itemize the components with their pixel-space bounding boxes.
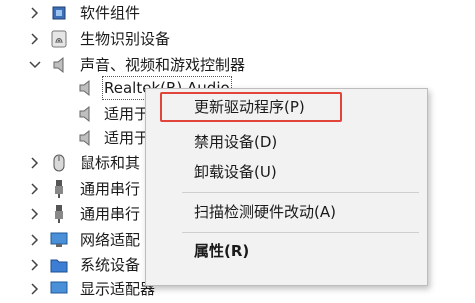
tree-item-label: 网络适配 — [80, 231, 141, 249]
tree-item-label: 鼠标和其 — [80, 154, 141, 172]
usb-icon — [50, 204, 68, 224]
mouse-icon — [50, 153, 68, 173]
tree-item-label: 通用串行 — [80, 205, 141, 223]
chevron-right-icon[interactable] — [28, 32, 42, 46]
chip-icon — [50, 3, 68, 23]
chevron-right-icon[interactable] — [28, 182, 42, 196]
chevron-right-icon[interactable] — [28, 258, 42, 272]
menu-item-scan-hardware[interactable]: 扫描检测硬件改动(A) — [194, 202, 336, 222]
monitor-icon — [50, 279, 68, 299]
menu-item-uninstall-device[interactable]: 卸载设备(U) — [194, 162, 277, 182]
tree-item-software-components[interactable]: 软件组件 — [0, 0, 475, 26]
chevron-down-icon[interactable] — [28, 58, 42, 72]
fingerprint-icon — [50, 29, 68, 49]
menu-separator — [182, 192, 419, 193]
tree-item-label: 生物识别设备 — [80, 30, 171, 48]
tree-item-label: 系统设备 — [80, 256, 141, 274]
chevron-right-icon[interactable] — [28, 156, 42, 170]
chevron-right-icon[interactable] — [28, 6, 42, 20]
menu-separator — [182, 232, 419, 233]
menu-item-disable-device[interactable]: 禁用设备(D) — [194, 132, 277, 152]
chevron-right-icon[interactable] — [28, 207, 42, 221]
chevron-right-icon[interactable] — [28, 282, 42, 296]
menu-item-properties[interactable]: 属性(R) — [194, 241, 249, 261]
speaker-icon — [50, 55, 68, 75]
tree-item-label: 通用串行 — [80, 180, 141, 198]
speaker-icon — [76, 128, 94, 148]
tree-item-biometric[interactable]: 生物识别设备 — [0, 26, 475, 52]
highlight-box — [160, 92, 342, 122]
tree-item-label: 适用于 — [104, 129, 150, 147]
chevron-right-icon[interactable] — [28, 233, 42, 247]
tree-item-label: 声音、视频和游戏控制器 — [80, 56, 246, 74]
folder-icon — [50, 255, 68, 275]
usb-icon — [50, 179, 68, 199]
speaker-icon — [76, 104, 94, 124]
tree-item-label: 显示适配器 — [80, 280, 156, 298]
speaker-icon — [76, 78, 94, 98]
monitor-network-icon — [50, 230, 68, 250]
tree-item-label: 软件组件 — [80, 4, 141, 22]
tree-item-label: 适用于 — [104, 105, 150, 123]
